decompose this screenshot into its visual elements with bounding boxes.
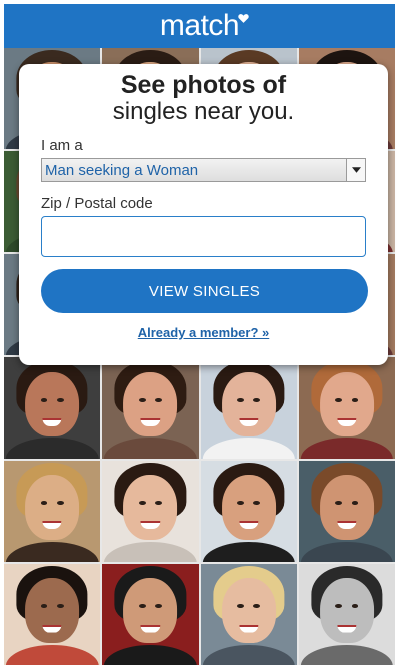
- photo-shoulders: [300, 438, 394, 459]
- already-member-link[interactable]: Already a member? »: [19, 325, 388, 340]
- photo-eye: [56, 501, 64, 506]
- photo-head: [123, 474, 178, 540]
- gender-label: I am a: [41, 137, 83, 154]
- photo-shoulders: [5, 644, 99, 665]
- photo-head: [123, 371, 178, 437]
- profile-photo: [200, 460, 297, 562]
- profile-photo: [200, 563, 297, 665]
- photo-eye: [237, 397, 244, 402]
- photo-head: [221, 474, 276, 540]
- profile-photo: [102, 460, 199, 562]
- photo-shoulders: [202, 541, 295, 562]
- zip-input[interactable]: [41, 216, 366, 257]
- photo-head: [25, 474, 80, 540]
- photo-shoulders: [300, 541, 394, 562]
- signup-card: See photos of singles near you. I am a M…: [19, 64, 388, 365]
- photo-shoulders: [300, 644, 394, 665]
- photo-head: [123, 577, 178, 643]
- chevron-down-icon[interactable]: [346, 159, 365, 181]
- profile-photo: [298, 460, 395, 562]
- photo-head: [221, 371, 276, 437]
- gender-select-value: Man seeking a Woman: [45, 161, 199, 179]
- photo-eye: [335, 397, 343, 402]
- photo-head: [319, 371, 374, 437]
- photo-eye: [155, 397, 162, 402]
- profile-photo: [4, 460, 101, 562]
- heart-icon: [238, 14, 249, 23]
- photo-head: [319, 474, 374, 540]
- photo-eye: [56, 397, 64, 402]
- profile-photo: [102, 357, 199, 459]
- photo-head: [221, 577, 276, 643]
- brand-logo[interactable]: match: [159, 9, 249, 42]
- photo-shoulders: [202, 644, 295, 665]
- gender-select[interactable]: Man seeking a Woman: [41, 158, 366, 182]
- photo-shoulders: [104, 438, 197, 459]
- photo-head: [25, 577, 80, 643]
- headline-line2: singles near you.: [112, 98, 295, 125]
- photo-shoulders: [5, 541, 99, 562]
- profile-photo: [200, 357, 297, 459]
- view-singles-button[interactable]: VIEW SINGLES: [41, 269, 368, 313]
- profile-photo: [102, 563, 199, 665]
- photo-shoulders: [5, 438, 99, 459]
- brand-name: match: [159, 9, 240, 42]
- zip-label: Zip / Postal code: [41, 195, 153, 212]
- headline-line1: See photos of: [120, 71, 287, 99]
- photo-shoulders: [104, 644, 197, 665]
- profile-photo: [298, 357, 395, 459]
- photo-eye: [138, 397, 146, 402]
- photo-head: [319, 577, 374, 643]
- photo-shoulders: [104, 541, 197, 562]
- profile-photo: [4, 563, 101, 665]
- photo-shoulders: [202, 438, 295, 459]
- top-bar: match: [4, 4, 395, 48]
- profile-photo: [298, 563, 395, 665]
- profile-photo: [4, 357, 101, 459]
- photo-head: [25, 371, 80, 437]
- photo-eye: [138, 501, 146, 506]
